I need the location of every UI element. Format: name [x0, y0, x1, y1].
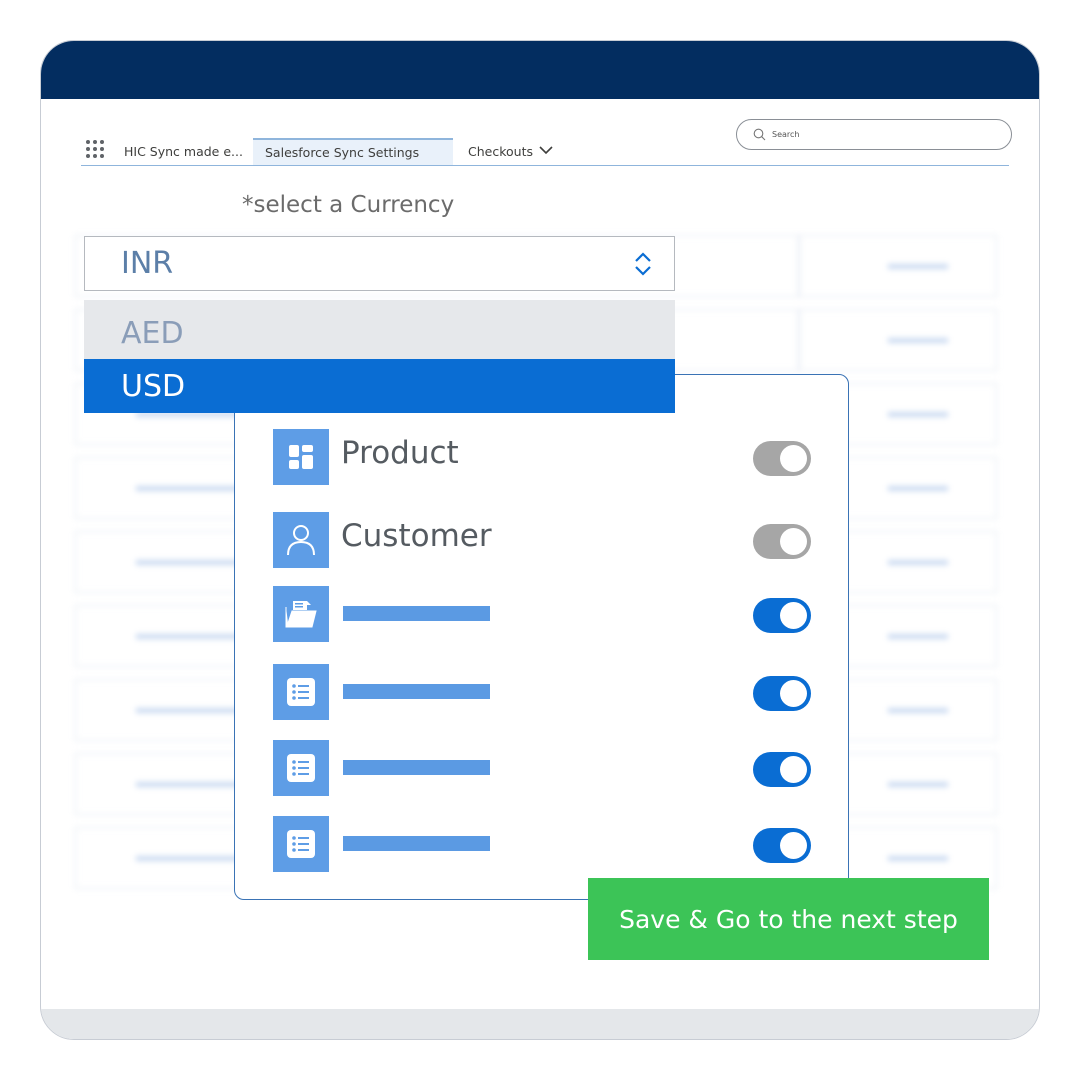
sync-item-6: [273, 816, 813, 872]
toggle-product[interactable]: [753, 441, 811, 476]
currency-option-usd[interactable]: USD: [84, 359, 675, 413]
sync-item-label: Product: [341, 435, 459, 471]
toggle-item-3[interactable]: [753, 598, 811, 633]
product-icon: [273, 429, 329, 485]
tab-checkouts[interactable]: Checkouts: [468, 144, 533, 159]
sync-item-placeholder-bar: [343, 606, 490, 621]
tab-salesforce-sync-settings[interactable]: Salesforce Sync Settings: [253, 138, 453, 165]
sync-item-label: Customer: [341, 518, 492, 554]
option-label: USD: [121, 369, 186, 404]
currency-select[interactable]: INR: [84, 236, 675, 291]
folder-icon: [273, 586, 329, 642]
app-name: HIC Sync made e...: [124, 144, 243, 159]
sync-item-5: [273, 740, 813, 796]
sync-item-placeholder-bar: [343, 684, 490, 699]
sync-item-product: Product: [273, 429, 813, 485]
search-placeholder: Search: [772, 130, 800, 139]
list-icon: [273, 740, 329, 796]
currency-option-aed[interactable]: AED: [84, 306, 675, 360]
sync-item-placeholder-bar: [343, 760, 490, 775]
nav-divider: [81, 165, 1009, 166]
app-frame: HIC Sync made e... Salesforce Sync Setti…: [40, 40, 1040, 1040]
toggle-customer[interactable]: [753, 524, 811, 559]
toggle-item-5[interactable]: [753, 752, 811, 787]
sync-item-4: [273, 664, 813, 720]
sync-item-3: [273, 586, 813, 642]
sync-item-placeholder-bar: [343, 836, 490, 851]
bottom-bar: [41, 1009, 1039, 1039]
list-icon: [273, 664, 329, 720]
top-header-bar: [41, 41, 1039, 99]
search-input[interactable]: Search: [736, 119, 1012, 150]
person-icon: [273, 512, 329, 568]
list-icon: [273, 816, 329, 872]
currency-label: *select a Currency: [242, 192, 455, 218]
currency-selected-value: INR: [121, 246, 174, 281]
save-next-button[interactable]: Save & Go to the next step: [588, 878, 989, 960]
search-icon: [753, 128, 766, 141]
toggle-item-6[interactable]: [753, 828, 811, 863]
chevron-down-icon[interactable]: [539, 145, 553, 155]
currency-dropdown: AED USD: [84, 300, 675, 413]
option-label: AED: [121, 316, 184, 351]
sync-item-customer: Customer: [273, 512, 813, 568]
tab-label: Salesforce Sync Settings: [265, 145, 420, 160]
app-launcher-icon[interactable]: [86, 140, 104, 158]
select-arrows-icon: [635, 252, 651, 276]
sync-settings-panel: Product Customer: [234, 374, 849, 900]
toggle-item-4[interactable]: [753, 676, 811, 711]
